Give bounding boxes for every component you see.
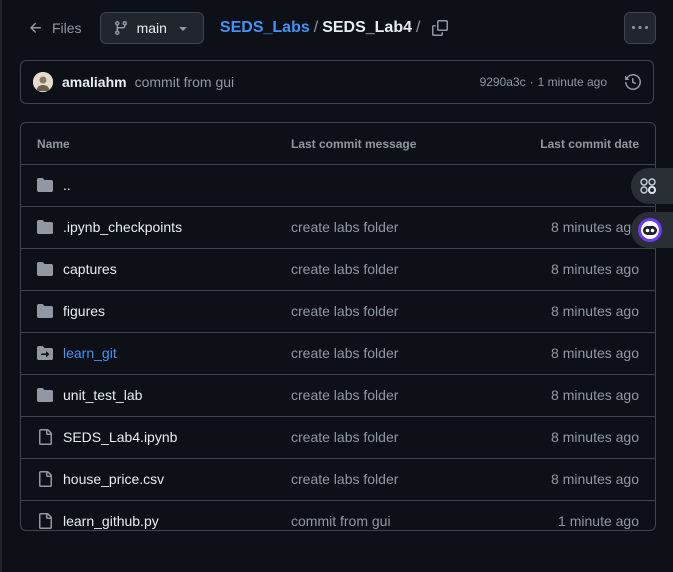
kebab-horizontal-icon	[632, 26, 648, 29]
commit-date-cell: 8 minutes ago	[551, 429, 639, 445]
commit-message-cell[interactable]: create labs folder	[291, 303, 398, 319]
file-name[interactable]: unit_test_lab	[63, 387, 142, 403]
file-table: Name Last commit message Last commit dat…	[20, 122, 656, 531]
repo-navigation-bar: Files main SEDS_Labs / SEDS_Lab4 /	[20, 12, 656, 44]
branch-selector[interactable]: main	[99, 12, 204, 44]
commit-message-cell[interactable]: create labs folder	[291, 261, 398, 277]
folder-icon	[37, 303, 53, 322]
parent-directory-row[interactable]: ..	[21, 165, 655, 207]
breadcrumb: SEDS_Labs / SEDS_Lab4 /	[220, 19, 425, 37]
commit-message-cell[interactable]: create labs folder	[291, 219, 398, 235]
commit-message-cell[interactable]: commit from gui	[291, 513, 391, 529]
copy-icon	[432, 20, 449, 36]
commit-date-cell: 8 minutes ago	[551, 261, 639, 277]
file-name[interactable]: learn_git	[63, 345, 117, 361]
table-row[interactable]: learn_git create labs folder 8 minutes ago	[21, 333, 655, 375]
file-name[interactable]: .ipynb_checkpoints	[63, 219, 182, 235]
file-name[interactable]: SEDS_Lab4.ipynb	[63, 429, 177, 445]
branch-name: main	[136, 20, 167, 36]
file-icon	[37, 513, 53, 530]
file-name[interactable]: figures	[63, 303, 105, 319]
table-row[interactable]: house_price.csv create labs folder 8 minut…	[21, 459, 655, 501]
commit-meta-dot: ·	[529, 75, 534, 89]
breadcrumb-repo-link[interactable]: SEDS_Labs	[220, 19, 310, 37]
file-name[interactable]: captures	[63, 261, 117, 277]
git-branch-icon	[114, 21, 127, 36]
commit-message[interactable]: commit from gui	[135, 74, 235, 90]
triangle-down-icon	[179, 27, 187, 31]
column-header-name: Name	[37, 136, 70, 151]
folder-icon	[37, 219, 53, 238]
commit-date-cell: 8 minutes ago	[551, 303, 639, 319]
commit-date-cell: 1 minute ago	[558, 513, 639, 529]
side-widget-assistant[interactable]	[631, 212, 673, 248]
arrow-left-icon	[30, 22, 41, 33]
commit-meta: 9290a3c · 1 minute ago	[480, 75, 607, 89]
folder-icon	[37, 177, 53, 196]
commit-time: 1 minute ago	[537, 75, 607, 89]
table-row[interactable]: .ipynb_checkpoints create labs folder 8 mi…	[21, 207, 655, 249]
files-label: Files	[52, 20, 82, 36]
column-header-date: Last commit date	[540, 136, 639, 151]
file-icon	[37, 471, 53, 490]
more-options-button[interactable]	[624, 12, 656, 44]
side-widget-apps[interactable]	[631, 168, 673, 204]
commit-message-cell[interactable]: create labs folder	[291, 387, 398, 403]
window-edge	[0, 0, 2, 572]
file-name[interactable]: house_price.csv	[63, 471, 164, 487]
table-row[interactable]: SEDS_Lab4.ipynb create labs folder 8 minut…	[21, 417, 655, 459]
submodule-folder-icon	[37, 345, 53, 364]
avatar[interactable]	[33, 72, 53, 92]
file-name[interactable]: learn_github.py	[63, 513, 159, 529]
table-row[interactable]: learn_github.py commit from gui 1 minute a…	[21, 501, 655, 530]
commit-message-cell[interactable]: create labs folder	[291, 429, 398, 445]
table-row[interactable]: captures create labs folder 8 minutes ago	[21, 249, 655, 291]
folder-icon	[37, 387, 53, 406]
copy-path-button[interactable]	[432, 20, 449, 36]
history-button[interactable]	[625, 74, 641, 90]
user-avatar-icon	[33, 72, 53, 92]
commit-date-cell: 8 minutes ago	[551, 219, 639, 235]
breadcrumb-current-folder: SEDS_Lab4	[322, 19, 412, 36]
apps-github-icon	[640, 178, 656, 194]
folder-icon	[37, 261, 53, 280]
file-icon	[37, 429, 53, 448]
breadcrumb-separator: /	[313, 19, 319, 36]
breadcrumb-trailing-separator: /	[416, 19, 421, 36]
latest-commit-bar: amaliahm commit from gui 9290a3c · 1 min…	[20, 60, 654, 104]
commit-date-cell: 8 minutes ago	[551, 471, 639, 487]
commit-message-cell[interactable]: create labs folder	[291, 471, 398, 487]
file-name[interactable]: ..	[63, 177, 71, 193]
column-header-message: Last commit message	[291, 136, 417, 151]
table-header: Name Last commit message Last commit dat…	[21, 123, 655, 165]
commit-author[interactable]: amaliahm	[62, 74, 127, 90]
commit-message-cell[interactable]: create labs folder	[291, 345, 398, 361]
table-row[interactable]: unit_test_lab create labs folder 8 minutes…	[21, 375, 655, 417]
commit-date-cell: 8 minutes ago	[551, 345, 639, 361]
commit-date-cell: 8 minutes ago	[551, 387, 639, 403]
history-icon	[625, 74, 641, 90]
table-row[interactable]: figures create labs folder 8 minutes ago	[21, 291, 655, 333]
files-back-button[interactable]: Files	[20, 12, 92, 44]
assistant-bot-icon	[638, 218, 662, 242]
commit-sha[interactable]: 9290a3c	[480, 75, 526, 89]
